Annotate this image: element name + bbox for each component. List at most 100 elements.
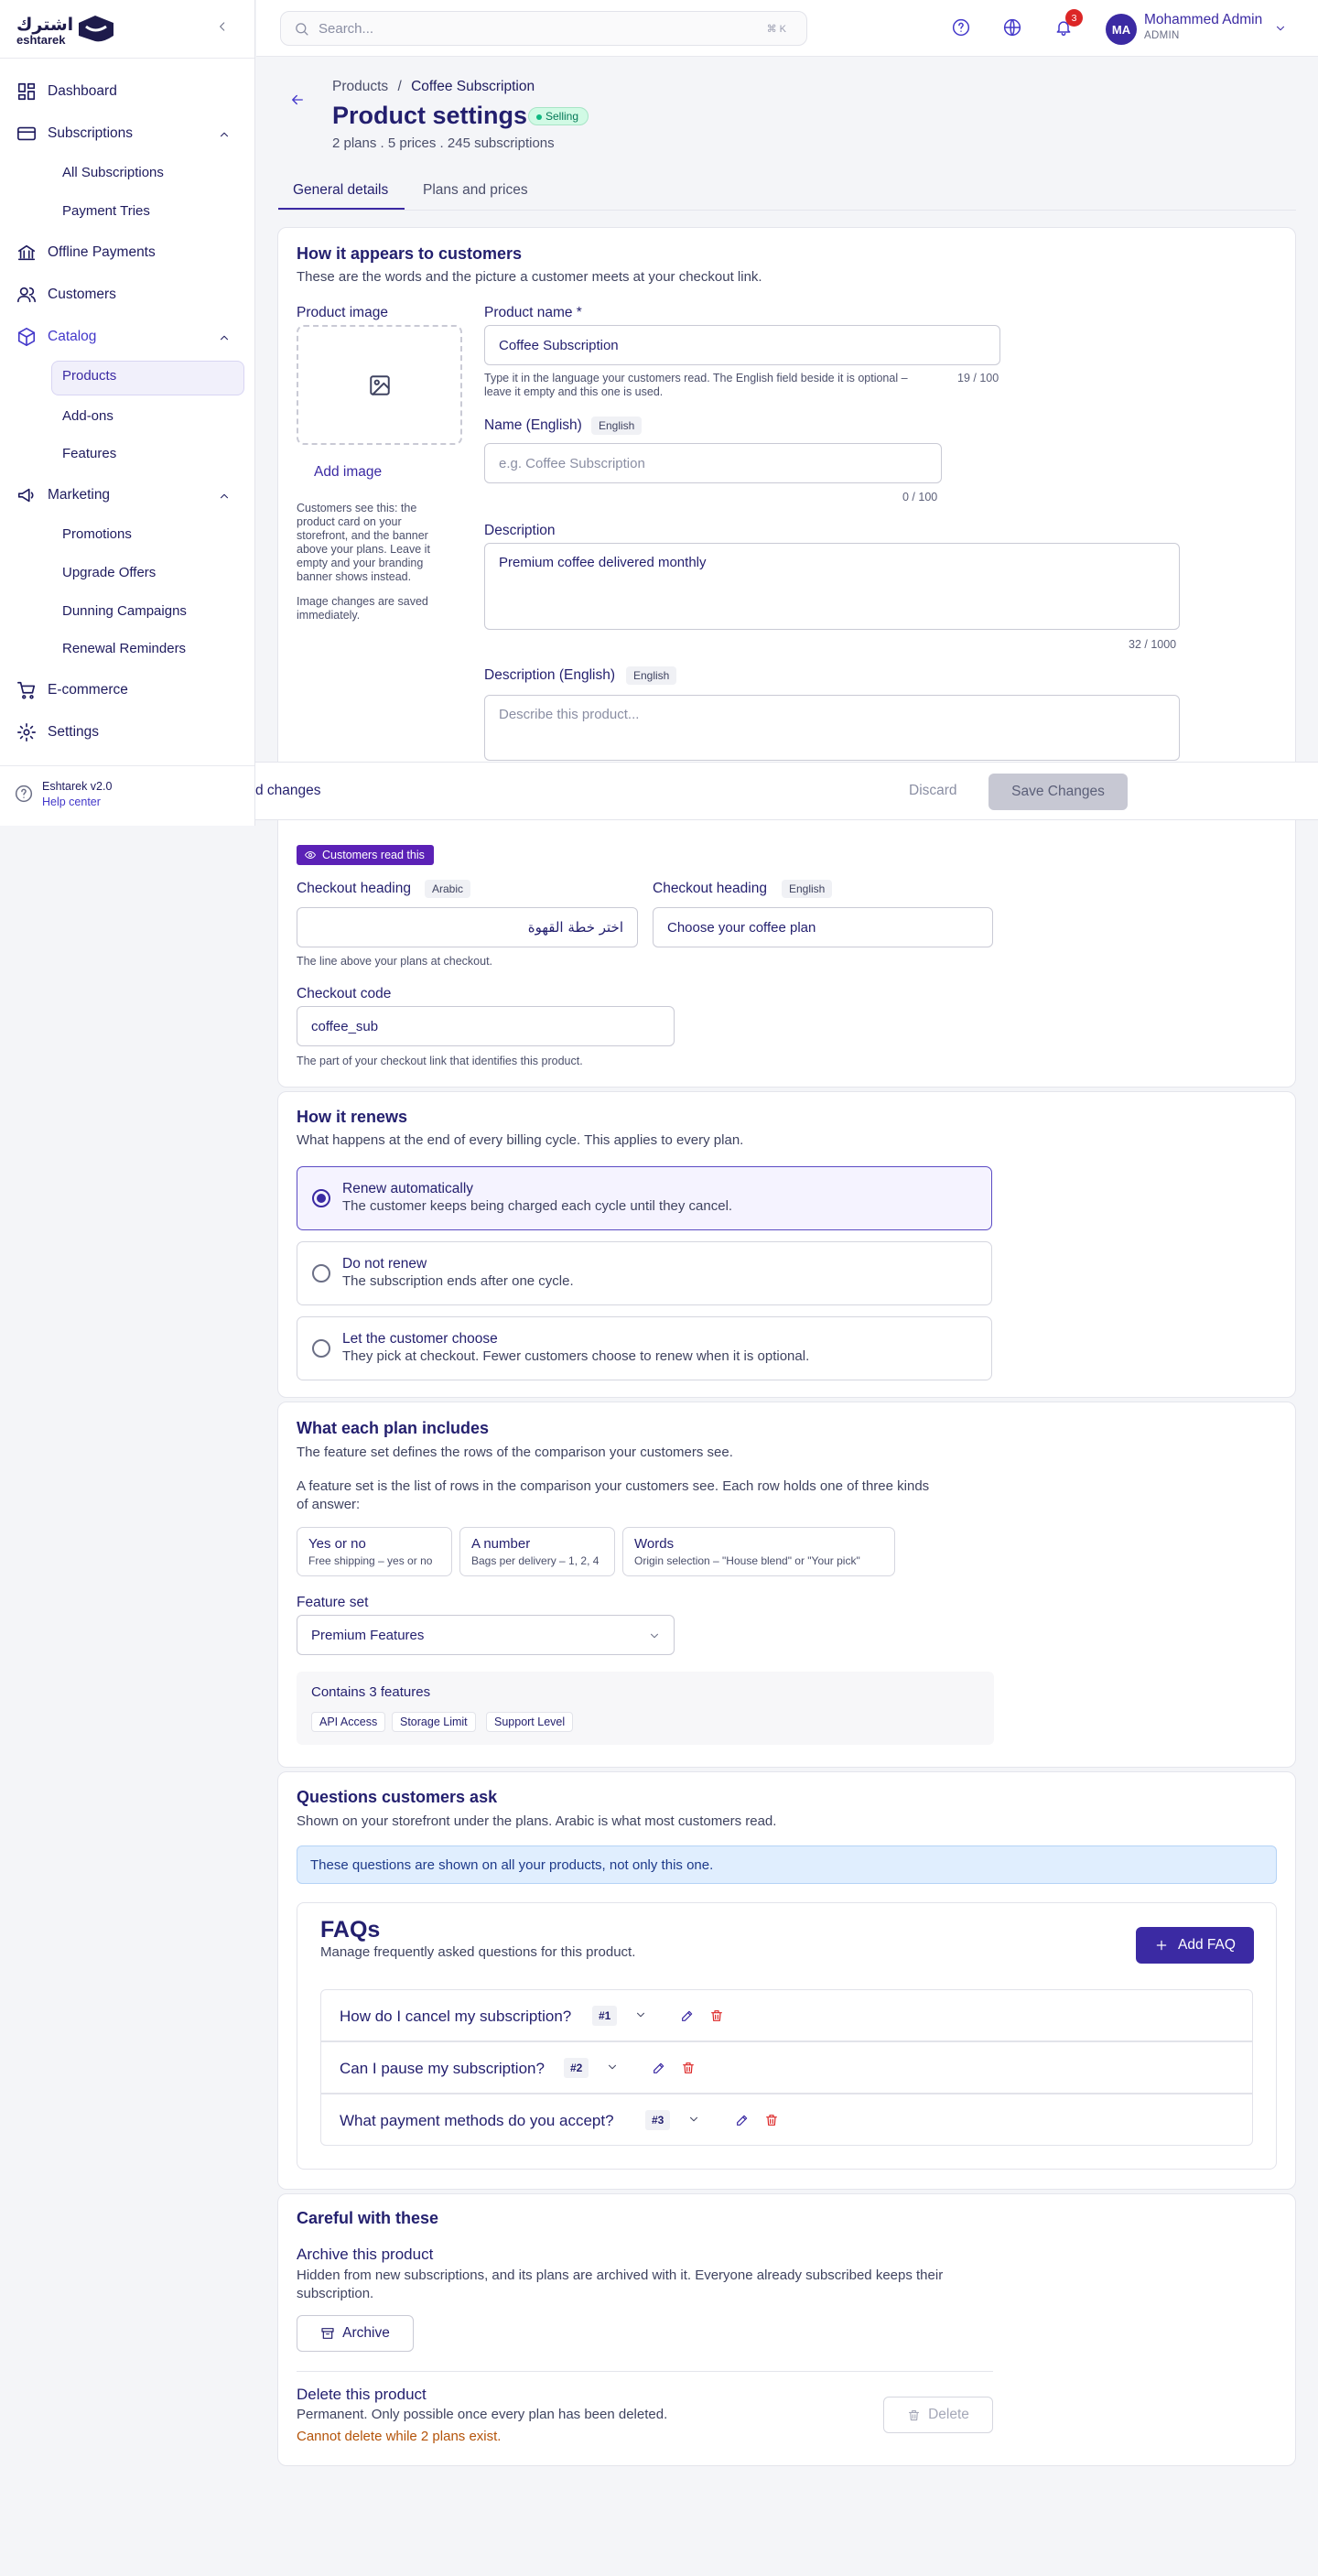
english-tag: English xyxy=(626,666,677,685)
faq-number: #1 xyxy=(592,2006,618,2026)
radio[interactable] xyxy=(312,1264,330,1283)
sidebar-item-add-ons[interactable]: Add-ons xyxy=(62,408,113,424)
edit-icon[interactable] xyxy=(735,2113,750,2127)
feature-set-label: Feature set xyxy=(297,1595,369,1610)
archive-button[interactable]: Archive xyxy=(297,2315,414,2352)
trash-icon[interactable] xyxy=(764,2113,779,2127)
bank-icon xyxy=(17,244,36,261)
product-name-input[interactable]: Coffee Subscription xyxy=(484,325,1000,365)
plus-icon xyxy=(1156,1940,1167,1951)
sidebar-item-all-subscriptions[interactable]: All Subscriptions xyxy=(62,165,164,180)
chevron-down-icon[interactable] xyxy=(1274,22,1287,35)
feature-chip: Support Level xyxy=(486,1712,574,1732)
status-badge: Selling xyxy=(528,107,589,125)
feature-chip: API Access xyxy=(311,1712,386,1732)
globe-icon[interactable] xyxy=(1003,18,1021,37)
search-shortcut: ⌘ K xyxy=(766,23,786,35)
sidebar-item-products-label: Products xyxy=(62,368,117,384)
sidebar-item-payment-tries[interactable]: Payment Tries xyxy=(62,203,150,219)
sidebar-item-label: Dashboard xyxy=(48,83,117,99)
checkout-code-input[interactable]: coffee_sub xyxy=(297,1006,675,1046)
checkout-heading-label: Checkout heading xyxy=(653,881,767,896)
renew-option-auto[interactable]: Renew automatically The customer keeps b… xyxy=(297,1166,992,1230)
save-changes-button[interactable]: Save Changes xyxy=(988,774,1128,810)
search-icon xyxy=(296,22,308,36)
discard-button[interactable]: Discard xyxy=(909,783,957,799)
kind-words: Words Origin selection – "House blend" o… xyxy=(622,1527,895,1576)
section-subtitle: These are the words and the picture a cu… xyxy=(297,269,762,285)
faq-item[interactable]: Can I pause my subscription? #2 xyxy=(320,2041,1253,2094)
trash-icon[interactable] xyxy=(709,2008,724,2023)
search-input[interactable]: Search... ⌘ K xyxy=(280,11,807,46)
sidebar-item-offline-payments[interactable]: Offline Payments xyxy=(16,242,156,264)
sidebar-item-features[interactable]: Features xyxy=(62,446,116,461)
chevron-down-icon[interactable] xyxy=(687,2113,700,2126)
breadcrumb-products[interactable]: Products xyxy=(332,79,388,94)
eshtarek-logo[interactable]: اشترك eshtarek xyxy=(16,13,113,47)
kind-title: Yes or no xyxy=(308,1536,366,1552)
sidebar-item-customers[interactable]: Customers xyxy=(16,284,116,306)
faq-item[interactable]: How do I cancel my subscription? #1 xyxy=(320,1989,1253,2041)
gear-icon xyxy=(17,723,36,741)
sidebar-item-dashboard[interactable]: Dashboard xyxy=(16,81,117,103)
image-dropzone[interactable] xyxy=(297,325,462,445)
trash-icon[interactable] xyxy=(681,2061,696,2075)
add-faq-button[interactable]: Add FAQ xyxy=(1136,1927,1254,1964)
renew-option-customer-choice[interactable]: Let the customer choose They pick at che… xyxy=(297,1316,992,1380)
product-image-label: Product image xyxy=(297,305,388,320)
user-name[interactable]: Mohammed Admin xyxy=(1144,12,1262,28)
renew-option-none[interactable]: Do not renew The subscription ends after… xyxy=(297,1241,992,1305)
card-icon xyxy=(17,126,36,141)
help-center-link[interactable]: Help center xyxy=(42,796,112,808)
sidebar-item-label: Settings xyxy=(48,724,100,740)
checkout-heading-english-input[interactable]: Choose your coffee plan xyxy=(653,907,993,947)
feature-set-select[interactable]: Premium Features xyxy=(297,1615,675,1655)
feature-set-value: Premium Features xyxy=(311,1627,425,1643)
delete-label: Delete xyxy=(928,2407,969,2422)
chevron-down-icon[interactable] xyxy=(606,2061,619,2073)
unsaved-changes-bar: d changes Discard Save Changes xyxy=(255,762,1318,820)
sidebar-item-marketing[interactable]: Marketing xyxy=(16,484,110,506)
collapse-sidebar-button[interactable] xyxy=(216,20,229,33)
sidebar-item-e-commerce[interactable]: E-commerce xyxy=(16,679,128,701)
box-icon xyxy=(17,328,36,346)
chevron-up-icon[interactable] xyxy=(218,331,231,344)
chevron-up-icon[interactable] xyxy=(218,128,231,141)
avatar[interactable]: MA xyxy=(1106,14,1137,45)
kind-title: Words xyxy=(634,1536,675,1552)
edit-icon[interactable] xyxy=(680,2008,695,2023)
delete-button[interactable]: Delete xyxy=(883,2397,993,2433)
sidebar-item-label: E-commerce xyxy=(48,682,128,698)
sidebar-item-upgrade-offers[interactable]: Upgrade Offers xyxy=(62,565,156,580)
section-title: Careful with these xyxy=(297,2209,439,2227)
tab-general-details[interactable]: General details xyxy=(293,182,388,199)
checkout-heading-help: The line above your plans at checkout. xyxy=(297,955,493,968)
sidebar-item-promotions[interactable]: Promotions xyxy=(62,526,132,542)
cart-icon xyxy=(17,681,36,699)
sidebar-item-catalog[interactable]: Catalog xyxy=(16,326,96,348)
checkout-heading-arabic-input[interactable]: اختر خطة القهوة xyxy=(297,907,638,947)
sidebar-item-subscriptions[interactable]: Subscriptions xyxy=(16,123,133,145)
sidebar-item-label: Catalog xyxy=(48,329,97,344)
radio[interactable] xyxy=(312,1339,330,1358)
radio-selected[interactable] xyxy=(312,1189,330,1207)
edit-icon[interactable] xyxy=(652,2061,666,2075)
tab-plans-and-prices[interactable]: Plans and prices xyxy=(423,182,528,199)
help-icon[interactable] xyxy=(952,18,970,37)
description-english-textarea[interactable]: Describe this product... xyxy=(484,695,1180,761)
notification-count-badge: 3 xyxy=(1065,9,1083,27)
add-image-button[interactable]: Add image xyxy=(314,464,382,481)
checkout-heading-label: Checkout heading xyxy=(297,881,411,896)
archive-description: Hidden from new subscriptions, and its p… xyxy=(297,2268,944,2301)
section-title: Questions customers ask xyxy=(297,1788,498,1806)
back-arrow-icon[interactable] xyxy=(289,92,306,108)
option-title: Let the customer choose xyxy=(342,1331,498,1347)
chevron-up-icon[interactable] xyxy=(218,490,231,503)
sidebar-item-dunning-campaigns[interactable]: Dunning Campaigns xyxy=(62,603,187,619)
description-textarea[interactable]: Premium coffee delivered monthly xyxy=(484,543,1180,630)
chevron-down-icon[interactable] xyxy=(634,2008,647,2021)
name-english-input[interactable]: e.g. Coffee Subscription xyxy=(484,443,942,483)
sidebar-item-settings[interactable]: Settings xyxy=(16,721,99,743)
faq-item[interactable]: What payment methods do you accept? #3 xyxy=(320,2094,1253,2146)
sidebar-item-renewal-reminders[interactable]: Renewal Reminders xyxy=(62,641,186,656)
